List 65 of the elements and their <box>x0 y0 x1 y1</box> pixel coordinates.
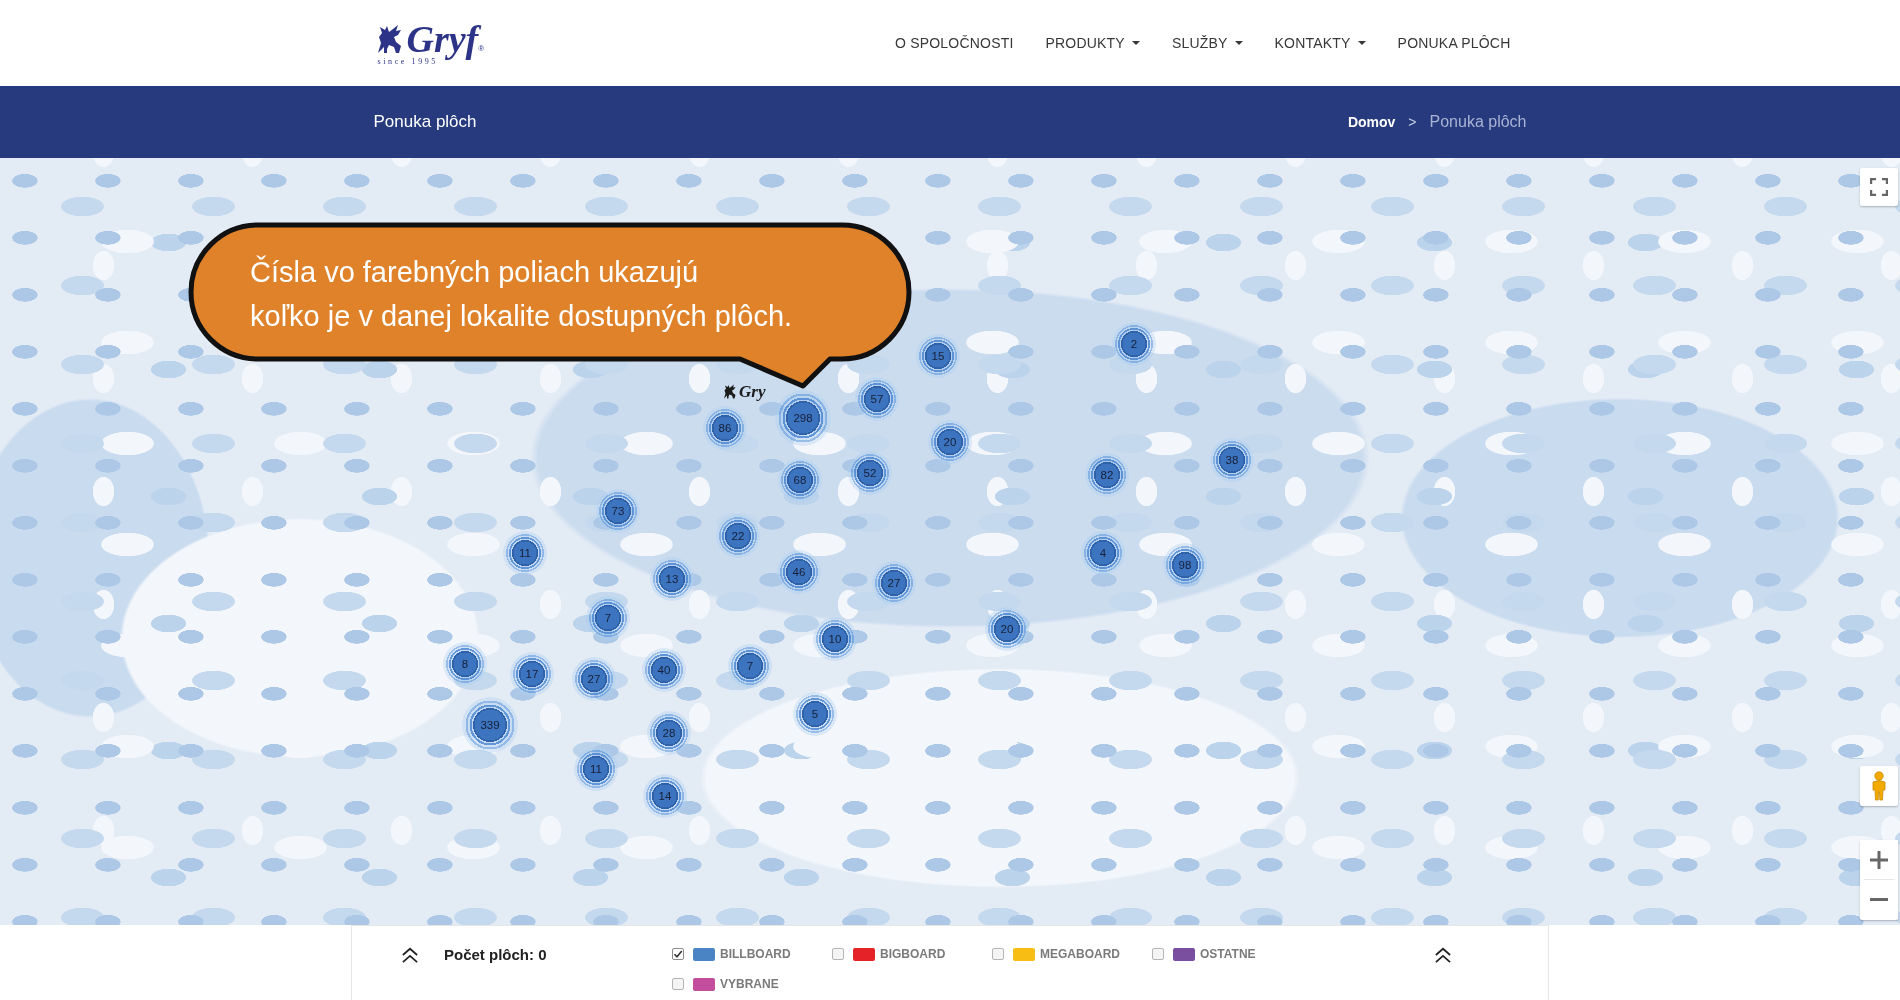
cluster-marker[interactable]: 7 <box>586 596 630 640</box>
cluster-marker[interactable]: 52 <box>848 451 892 495</box>
cluster-marker[interactable]: 40 <box>642 648 686 692</box>
cluster-marker[interactable]: 98 <box>1163 543 1207 587</box>
cluster-marker[interactable]: 82 <box>1085 453 1129 497</box>
cluster-marker[interactable]: 7 <box>728 644 772 688</box>
cluster-marker[interactable]: 46 <box>777 550 821 594</box>
checkbox[interactable] <box>832 948 844 960</box>
logo-tagline: since 1995 <box>377 57 438 66</box>
breadcrumb-separator: > <box>1408 114 1417 130</box>
filter-label: MEGABOARD <box>1040 947 1120 961</box>
callout-text: Čísla vo farebných poliach ukazujú koľko je v danej lokalite dostupných plôch. <box>250 254 793 334</box>
cluster-marker[interactable]: 68 <box>778 458 822 502</box>
person-icon <box>1871 771 1887 801</box>
checkmark-icon <box>673 949 683 959</box>
cluster-marker[interactable]: 339 <box>462 697 518 753</box>
filter-label: OSTATNE <box>1200 947 1256 961</box>
checkbox[interactable] <box>992 948 1004 960</box>
double-chevron-up-icon <box>1434 947 1452 963</box>
nav-link[interactable]: SLUŽBY <box>1171 35 1243 51</box>
nav-link[interactable]: PRODUKTY <box>1045 35 1140 51</box>
cluster-marker[interactable]: 38 <box>1210 438 1254 482</box>
current-page-label: Ponuka plôch <box>1429 113 1527 131</box>
breadcrumb-link[interactable]: Domov <box>1347 114 1396 130</box>
map-logo-text: Gry <box>739 383 766 400</box>
zoom-out-button[interactable] <box>1860 880 1898 919</box>
cluster-marker[interactable]: 2 <box>1112 322 1156 366</box>
cluster-marker[interactable]: 15 <box>916 334 960 378</box>
fullscreen-icon <box>1870 178 1888 196</box>
page-title: Ponuka plôch <box>373 112 477 132</box>
cluster-marker[interactable]: 10 <box>813 617 857 661</box>
checkbox[interactable] <box>1152 948 1164 960</box>
cluster-marker[interactable]: 28 <box>647 711 691 755</box>
double-chevron-up-icon <box>401 947 419 963</box>
cluster-marker[interactable]: 20 <box>928 420 972 464</box>
cluster-marker[interactable]: 17 <box>510 652 554 696</box>
cluster-marker[interactable]: 298 <box>775 390 831 446</box>
cluster-marker[interactable]: 5 <box>793 692 837 736</box>
fullscreen-button[interactable] <box>1860 168 1898 206</box>
nav-link[interactable]: PONUKA PLÔCH <box>1397 35 1511 51</box>
cluster-marker[interactable]: 27 <box>872 561 916 605</box>
cluster-marker[interactable]: 73 <box>596 489 640 533</box>
cluster-marker[interactable]: 27 <box>572 657 616 701</box>
minus-icon <box>1870 898 1888 901</box>
count-label: Počet plôch: 0 <box>444 946 547 963</box>
zoom-in-button[interactable] <box>1860 840 1898 879</box>
cluster-marker[interactable]: 11 <box>503 531 547 575</box>
cluster-marker[interactable]: 14 <box>643 774 687 818</box>
cluster-marker[interactable]: 86 <box>703 406 747 450</box>
logo-emblem-icon <box>722 384 737 399</box>
checkbox[interactable] <box>672 948 684 960</box>
cluster-marker[interactable]: 57 <box>855 377 899 421</box>
filter-label: BILLBOARD <box>720 947 791 961</box>
cluster-marker[interactable]: 11 <box>574 747 618 791</box>
checkbox[interactable] <box>672 978 684 990</box>
nav-link[interactable]: KONTAKTY <box>1274 35 1366 51</box>
plus-icon <box>1870 850 1888 869</box>
cluster-marker[interactable]: 20 <box>985 607 1029 651</box>
filter-label: BIGBOARD <box>880 947 946 961</box>
cluster-marker[interactable]: 4 <box>1081 531 1125 575</box>
cluster-marker[interactable]: 13 <box>650 557 694 601</box>
cluster-marker[interactable]: 8 <box>443 642 487 686</box>
filter-label: VYBRANE <box>720 977 779 991</box>
nav-link[interactable]: O SPOLOČNOSTI <box>895 35 1014 51</box>
cluster-marker[interactable]: 22 <box>716 514 760 558</box>
